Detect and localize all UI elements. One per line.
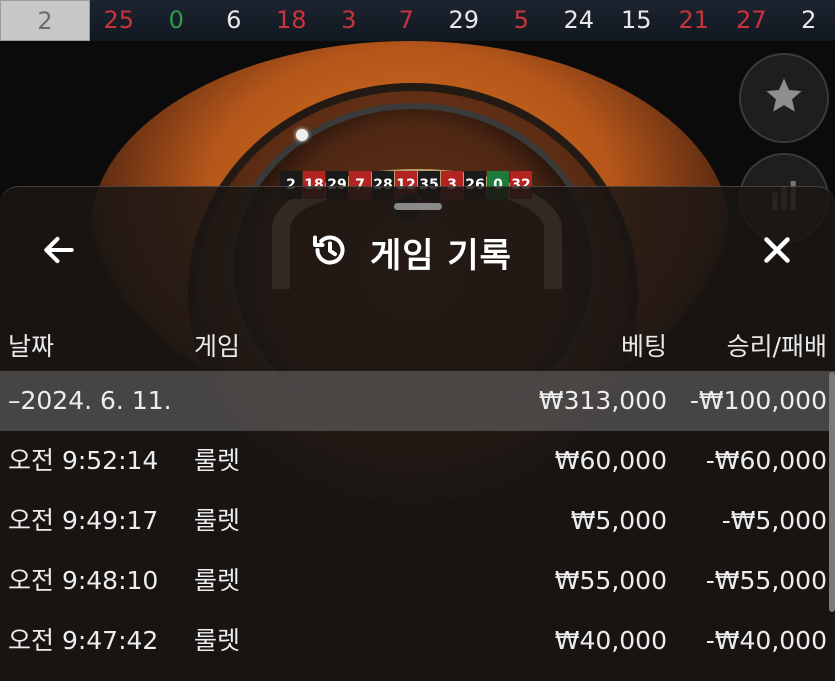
row-win-loss: -₩5,000 <box>721 506 827 535</box>
page-title: 게임 기록 <box>370 235 512 276</box>
favorites-button[interactable] <box>739 53 829 143</box>
column-header-win-loss: 승리/패배 <box>726 332 827 361</box>
row-bet: ₩5,000 <box>570 506 667 535</box>
history-scrollbar[interactable] <box>829 372 835 612</box>
date-group-bet-total: ₩313,000 <box>538 386 667 415</box>
date-group-row[interactable]: –2024. 6. 11. ₩313,000 -₩100,000 <box>0 371 835 431</box>
row-win-loss: -₩60,000 <box>705 446 827 475</box>
row-win-loss: -₩40,000 <box>705 626 827 655</box>
result-number: 15 <box>620 6 652 34</box>
row-game: 룰렛 <box>194 446 241 475</box>
result-number: 5 <box>513 6 529 34</box>
date-group-label: –2024. 6. 11. <box>8 386 172 415</box>
arrow-left-icon <box>40 231 78 273</box>
column-header-game: 게임 <box>194 332 241 361</box>
result-number: 21 <box>678 6 710 34</box>
result-number: 25 <box>103 6 135 34</box>
result-number: 24 <box>563 6 595 34</box>
recent-results-strip: 2 25 0 6 18 3 7 29 5 24 15 21 27 2 <box>0 0 835 41</box>
row-game: 룰렛 <box>194 626 241 655</box>
close-button[interactable] <box>752 227 802 277</box>
table-row[interactable]: 오전 9:47:42 룰렛 ₩40,000 -₩40,000 <box>0 611 835 671</box>
row-time: 오전 9:52:14 <box>8 446 159 475</box>
close-icon <box>759 232 795 272</box>
result-number: 29 <box>448 6 480 34</box>
table-row[interactable]: 오전 9:49:17 룰렛 ₩5,000 -₩5,000 <box>0 491 835 551</box>
sheet-header: 게임 기록 <box>0 217 835 287</box>
result-number: 18 <box>275 6 307 34</box>
row-game: 룰렛 <box>194 566 241 595</box>
result-number: 27 <box>735 6 767 34</box>
row-game: 룰렛 <box>194 506 241 535</box>
game-history-sheet: 게임 기록 날짜 게임 베팅 승리/패배 –2024. 6. 11. ₩313,… <box>0 186 835 681</box>
back-button[interactable] <box>34 227 84 277</box>
table-row[interactable]: 오전 9:48:10 룰렛 ₩55,000 -₩55,000 <box>0 551 835 611</box>
result-number: 2 <box>801 6 817 34</box>
row-bet: ₩55,000 <box>554 566 667 595</box>
sheet-drag-handle[interactable] <box>394 203 442 210</box>
result-number: 6 <box>226 6 242 34</box>
row-time: 오전 9:49:17 <box>8 506 159 535</box>
latest-result: 2 <box>0 0 90 41</box>
roulette-ball <box>296 129 308 141</box>
column-header-date: 날짜 <box>8 332 55 361</box>
row-time: 오전 9:47:42 <box>8 626 159 655</box>
row-bet: ₩40,000 <box>554 626 667 655</box>
row-time: 오전 9:48:10 <box>8 566 159 595</box>
history-icon <box>310 230 350 274</box>
date-group-win-loss-total: -₩100,000 <box>689 386 827 415</box>
result-number: 7 <box>398 6 414 34</box>
table-row[interactable]: 오전 9:52:14 룰렛 ₩60,000 -₩60,000 <box>0 431 835 491</box>
row-win-loss: -₩55,000 <box>705 566 827 595</box>
history-table: –2024. 6. 11. ₩313,000 -₩100,000 오전 9:52… <box>0 371 835 671</box>
row-bet: ₩60,000 <box>554 446 667 475</box>
star-icon <box>763 75 805 121</box>
sheet-title-group: 게임 기록 <box>310 229 512 276</box>
result-number: 3 <box>341 6 357 34</box>
column-header-bet: 베팅 <box>620 332 667 361</box>
result-number: 0 <box>168 6 184 34</box>
